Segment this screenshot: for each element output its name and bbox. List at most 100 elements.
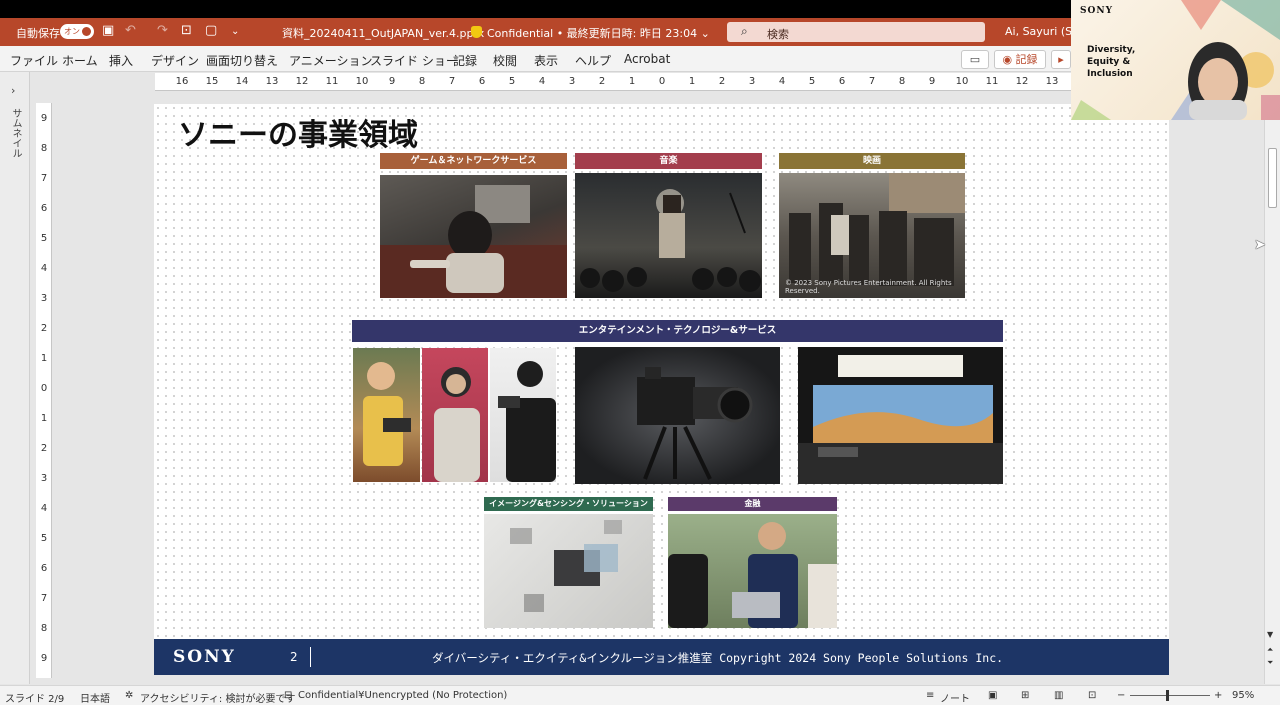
ruler-mark: 4 (40, 263, 48, 274)
ruler-mark: 4 (778, 76, 786, 87)
notes-button[interactable]: ノート (940, 690, 970, 705)
save-icon[interactable]: ▣ (102, 23, 114, 38)
status-bar: スライド 2/9 日本語 ✲ アクセシビリティ: 検討が必要です ⊟ Confi… (0, 685, 1280, 705)
ruler-mark: 10 (955, 76, 969, 87)
slide-title[interactable]: ソニーの事業領域 (178, 110, 418, 154)
webcam-overlay: SONY Diversity, Equity & Inclusion (1071, 0, 1280, 120)
sensitivity-icon: ⊟ (284, 690, 293, 701)
footer-divider (310, 647, 311, 667)
tab-file[interactable]: ファイル (10, 52, 58, 69)
ruler-mark: 13 (1045, 76, 1059, 87)
presenter-icon[interactable]: ⊡ (181, 23, 192, 38)
ruler-mark: 6 (40, 563, 48, 574)
normal-view-icon[interactable]: ▣ (988, 690, 997, 701)
search-box[interactable]: ⌕ 検索 (727, 22, 985, 42)
zoom-slider-thumb[interactable] (1166, 690, 1169, 701)
game-illustration (380, 185, 567, 298)
ets-photo-friends[interactable] (353, 348, 420, 482)
customize-quick-access-icon[interactable]: ⌄ (231, 26, 239, 37)
ets-photo-videographer[interactable] (490, 348, 556, 482)
tab-acrobat[interactable]: Acrobat (624, 52, 670, 66)
ruler-mark: 6 (478, 76, 486, 87)
previous-slide-icon[interactable]: ⏶ (1267, 645, 1273, 655)
ruler-mark: 8 (40, 623, 48, 634)
record-button[interactable]: ◉ 記録 (994, 50, 1046, 69)
search-icon: ⌕ (741, 24, 748, 38)
ruler-mark: 5 (40, 533, 48, 544)
ruler-mark: 4 (40, 503, 48, 514)
category-imaging[interactable]: イメージング&センシング・ソリューション (484, 497, 653, 511)
zoom-level[interactable]: 95% (1232, 690, 1254, 701)
ruler-mark: 10 (355, 76, 369, 87)
tab-record[interactable]: 記録 (453, 52, 477, 69)
imaging-photo[interactable] (484, 514, 653, 628)
tab-design[interactable]: デザイン (151, 52, 199, 69)
scroll-down-icon[interactable]: ▼ (1267, 630, 1273, 639)
ets-photo-headphones[interactable] (422, 348, 488, 482)
reading-view-icon[interactable]: ▥ (1054, 690, 1063, 701)
slide-counter[interactable]: スライド 2/9 (5, 690, 64, 705)
tab-home[interactable]: ホーム (62, 52, 98, 69)
ruler-mark: 9 (40, 653, 48, 664)
zoom-out-icon[interactable]: − (1117, 690, 1125, 701)
accessibility-icon[interactable]: ✲ (125, 690, 133, 701)
expand-thumbnails-icon[interactable]: › (11, 84, 15, 97)
tab-slideshow[interactable]: スライド ショー (370, 52, 458, 69)
category-ets[interactable]: エンタテインメント・テクノロジー&サービス (352, 320, 1003, 342)
undo-icon[interactable]: ↶ (125, 23, 136, 38)
ruler-mark: 3 (748, 76, 756, 87)
music-photo[interactable] (575, 173, 762, 298)
movie-photo[interactable]: © 2023 Sony Pictures Entertainment. All … (779, 173, 965, 298)
friends-illustration (363, 362, 411, 466)
tab-review[interactable]: 校閲 (493, 52, 517, 69)
ets-photo-virtual-production[interactable] (798, 347, 1003, 484)
ruler-mark: 2 (718, 76, 726, 87)
dei-banner: Diversity, Equity & Inclusion (1087, 45, 1136, 79)
mouse-cursor-icon: ➤ (1254, 237, 1266, 253)
ruler-mark: 7 (40, 593, 48, 604)
tab-transitions[interactable]: 画面切り替え (206, 52, 278, 69)
present-button[interactable]: ▸ (1051, 50, 1071, 69)
ruler-mark: 12 (295, 76, 309, 87)
ruler-mark: 9 (388, 76, 396, 87)
zoom-slider-track[interactable] (1130, 695, 1210, 696)
finance-photo[interactable] (668, 514, 837, 628)
tab-animations[interactable]: アニメーション (289, 52, 373, 69)
tab-view[interactable]: 表示 (534, 52, 558, 69)
imaging-illustration (510, 520, 622, 612)
ruler-mark: 5 (40, 233, 48, 244)
ruler-mark: 5 (508, 76, 516, 87)
redo-icon[interactable]: ↷ (157, 23, 168, 38)
category-music[interactable]: 音楽 (575, 153, 762, 169)
autosave-toggle[interactable]: オン (60, 24, 94, 39)
category-game[interactable]: ゲーム＆ネットワークサービス (380, 153, 567, 169)
ruler-mark: 14 (235, 76, 249, 87)
language-indicator[interactable]: 日本語 (80, 690, 110, 705)
category-finance[interactable]: 金融 (668, 497, 837, 511)
slide-sorter-view-icon[interactable]: ⊞ (1021, 690, 1029, 701)
slideshow-view-icon[interactable]: ⊡ (1088, 690, 1096, 701)
ruler-mark: 3 (40, 473, 48, 484)
thumbnail-label[interactable]: サムネイル (8, 108, 23, 158)
next-slide-icon[interactable]: ⏷ (1267, 658, 1273, 668)
sensitivity-shield-icon (471, 26, 482, 38)
ruler-mark: 2 (40, 443, 48, 454)
comment-icon: ▭ (969, 53, 981, 66)
ruler-mark: 15 (205, 76, 219, 87)
zoom-in-icon[interactable]: + (1214, 690, 1222, 701)
ruler-mark: 2 (40, 323, 48, 334)
game-photo[interactable] (380, 175, 567, 298)
tab-insert[interactable]: 挿入 (109, 52, 133, 69)
accessibility-status[interactable]: アクセシビリティ: 検討が必要です (140, 690, 295, 705)
slide-canvas[interactable]: ソニーの事業領域 ゲーム＆ネットワークサービス 音楽 映画 © 2023 Son… (154, 104, 1169, 675)
tab-help[interactable]: ヘルプ (575, 52, 611, 69)
vertical-scrollbar[interactable]: ▼ ⏶ ⏷ (1264, 120, 1280, 684)
ets-photo-cinema-camera[interactable] (575, 347, 780, 484)
comments-button[interactable]: ▭ (961, 50, 989, 69)
scrollbar-thumb[interactable] (1268, 148, 1277, 208)
user-account[interactable]: Ai, Sayuri (SP (1005, 25, 1079, 38)
document-status[interactable]: Confidential • 最終更新日時: 昨日 23:04 ⌄ (487, 25, 710, 41)
sensitivity-label[interactable]: Confidential¥Unencrypted (No Protection) (298, 690, 507, 701)
new-file-icon[interactable]: ▢ (205, 23, 217, 38)
category-movie[interactable]: 映画 (779, 153, 965, 169)
